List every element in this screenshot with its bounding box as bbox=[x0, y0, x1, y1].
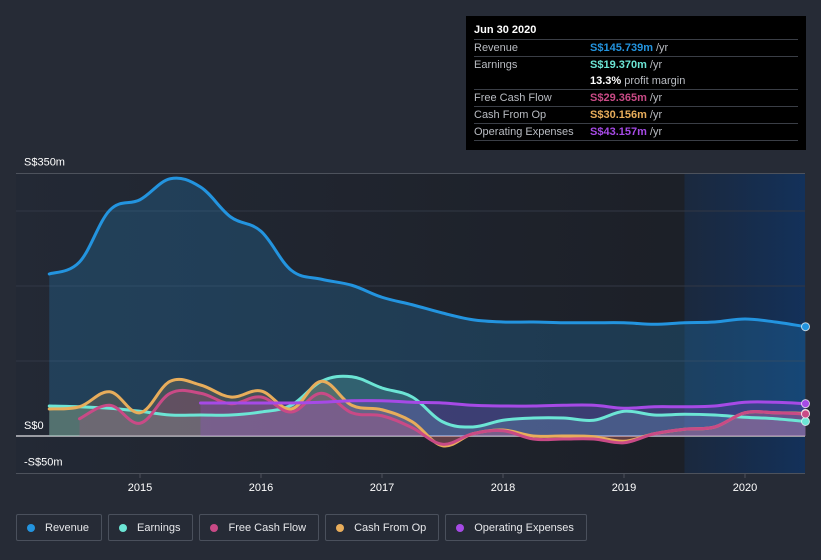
profit-margin-value: 13.3% bbox=[590, 75, 622, 87]
tooltip-unit: /yr bbox=[649, 109, 663, 121]
tooltip-panel: Jun 30 2020 Revenue S$145.739m /yr Earni… bbox=[466, 16, 806, 150]
x-tick-label: 2020 bbox=[733, 482, 757, 494]
x-tick-label: 2016 bbox=[249, 482, 273, 494]
tooltip-value: S$43.157m bbox=[590, 126, 647, 138]
legend-dot-icon bbox=[27, 523, 35, 532]
tooltip-unit: /yr bbox=[656, 42, 669, 54]
legend-label: Revenue bbox=[45, 521, 90, 534]
free-cash-flow-point bbox=[801, 409, 810, 419]
legend-item-earnings[interactable]: Earnings bbox=[108, 514, 194, 541]
legend-dot-icon bbox=[210, 523, 219, 532]
x-tick-label: 2015 bbox=[128, 482, 152, 494]
tooltip-label bbox=[474, 73, 590, 89]
legend-item-cash-from-op[interactable]: Cash From Op bbox=[325, 514, 440, 541]
tooltip-row-earnings: Earnings S$19.370m /yr bbox=[474, 57, 798, 73]
tooltip-row-free-cash-flow: Free Cash Flow S$29.365m /yr bbox=[474, 90, 798, 107]
earnings-point bbox=[801, 416, 810, 426]
tooltip-label: Free Cash Flow bbox=[474, 92, 552, 104]
legend-dot-icon bbox=[456, 523, 465, 532]
tooltip-row-cash-from-op: Cash From Op S$30.156m /yr bbox=[474, 107, 798, 124]
tooltip-label: Operating Expenses bbox=[474, 126, 574, 138]
tooltip-unit: /yr bbox=[649, 126, 663, 138]
tooltip-label: Earnings bbox=[474, 59, 518, 71]
legend-item-free-cash-flow[interactable]: Free Cash Flow bbox=[199, 514, 320, 541]
x-tick-label: 2018 bbox=[491, 482, 515, 494]
operating-expenses-point bbox=[801, 399, 810, 409]
chart-legend: Revenue Earnings Free Cash Flow Cash Fro… bbox=[16, 514, 587, 541]
tooltip-unit: /yr bbox=[649, 92, 663, 104]
y-axis-label: S$0 bbox=[24, 420, 44, 432]
legend-label: Earnings bbox=[137, 521, 181, 534]
tooltip-value: S$19.370m bbox=[590, 59, 647, 71]
legend-dot-icon bbox=[119, 523, 128, 532]
tooltip-date: Jun 30 2020 bbox=[474, 22, 798, 40]
tooltip-row-profit-margin: 13.3% profit margin bbox=[474, 73, 798, 90]
x-tick-label: 2019 bbox=[612, 482, 636, 494]
y-axis-label: -S$50m bbox=[24, 457, 63, 469]
tooltip-label: Revenue bbox=[474, 42, 519, 54]
revenue-point bbox=[801, 322, 810, 332]
tooltip-value: S$30.156m bbox=[590, 109, 647, 121]
legend-label: Cash From Op bbox=[354, 521, 427, 534]
legend-label: Operating Expenses bbox=[474, 521, 574, 534]
legend-label: Free Cash Flow bbox=[228, 521, 307, 534]
profit-margin-label: profit margin bbox=[624, 75, 686, 87]
y-axis-label: S$350m bbox=[24, 157, 65, 169]
tooltip-row-operating-expenses: Operating Expenses S$43.157m /yr bbox=[474, 124, 798, 141]
legend-item-revenue[interactable]: Revenue bbox=[16, 514, 103, 541]
x-tick-label: 2017 bbox=[370, 482, 394, 494]
tooltip-value: S$29.365m bbox=[590, 92, 647, 104]
tooltip-row-revenue: Revenue S$145.739m /yr bbox=[474, 40, 798, 57]
tooltip-unit: /yr bbox=[649, 59, 663, 71]
tooltip-value: S$145.739m bbox=[590, 42, 653, 54]
legend-item-operating-expenses[interactable]: Operating Expenses bbox=[445, 514, 587, 541]
tooltip-label: Cash From Op bbox=[474, 109, 547, 121]
legend-dot-icon bbox=[336, 523, 345, 532]
